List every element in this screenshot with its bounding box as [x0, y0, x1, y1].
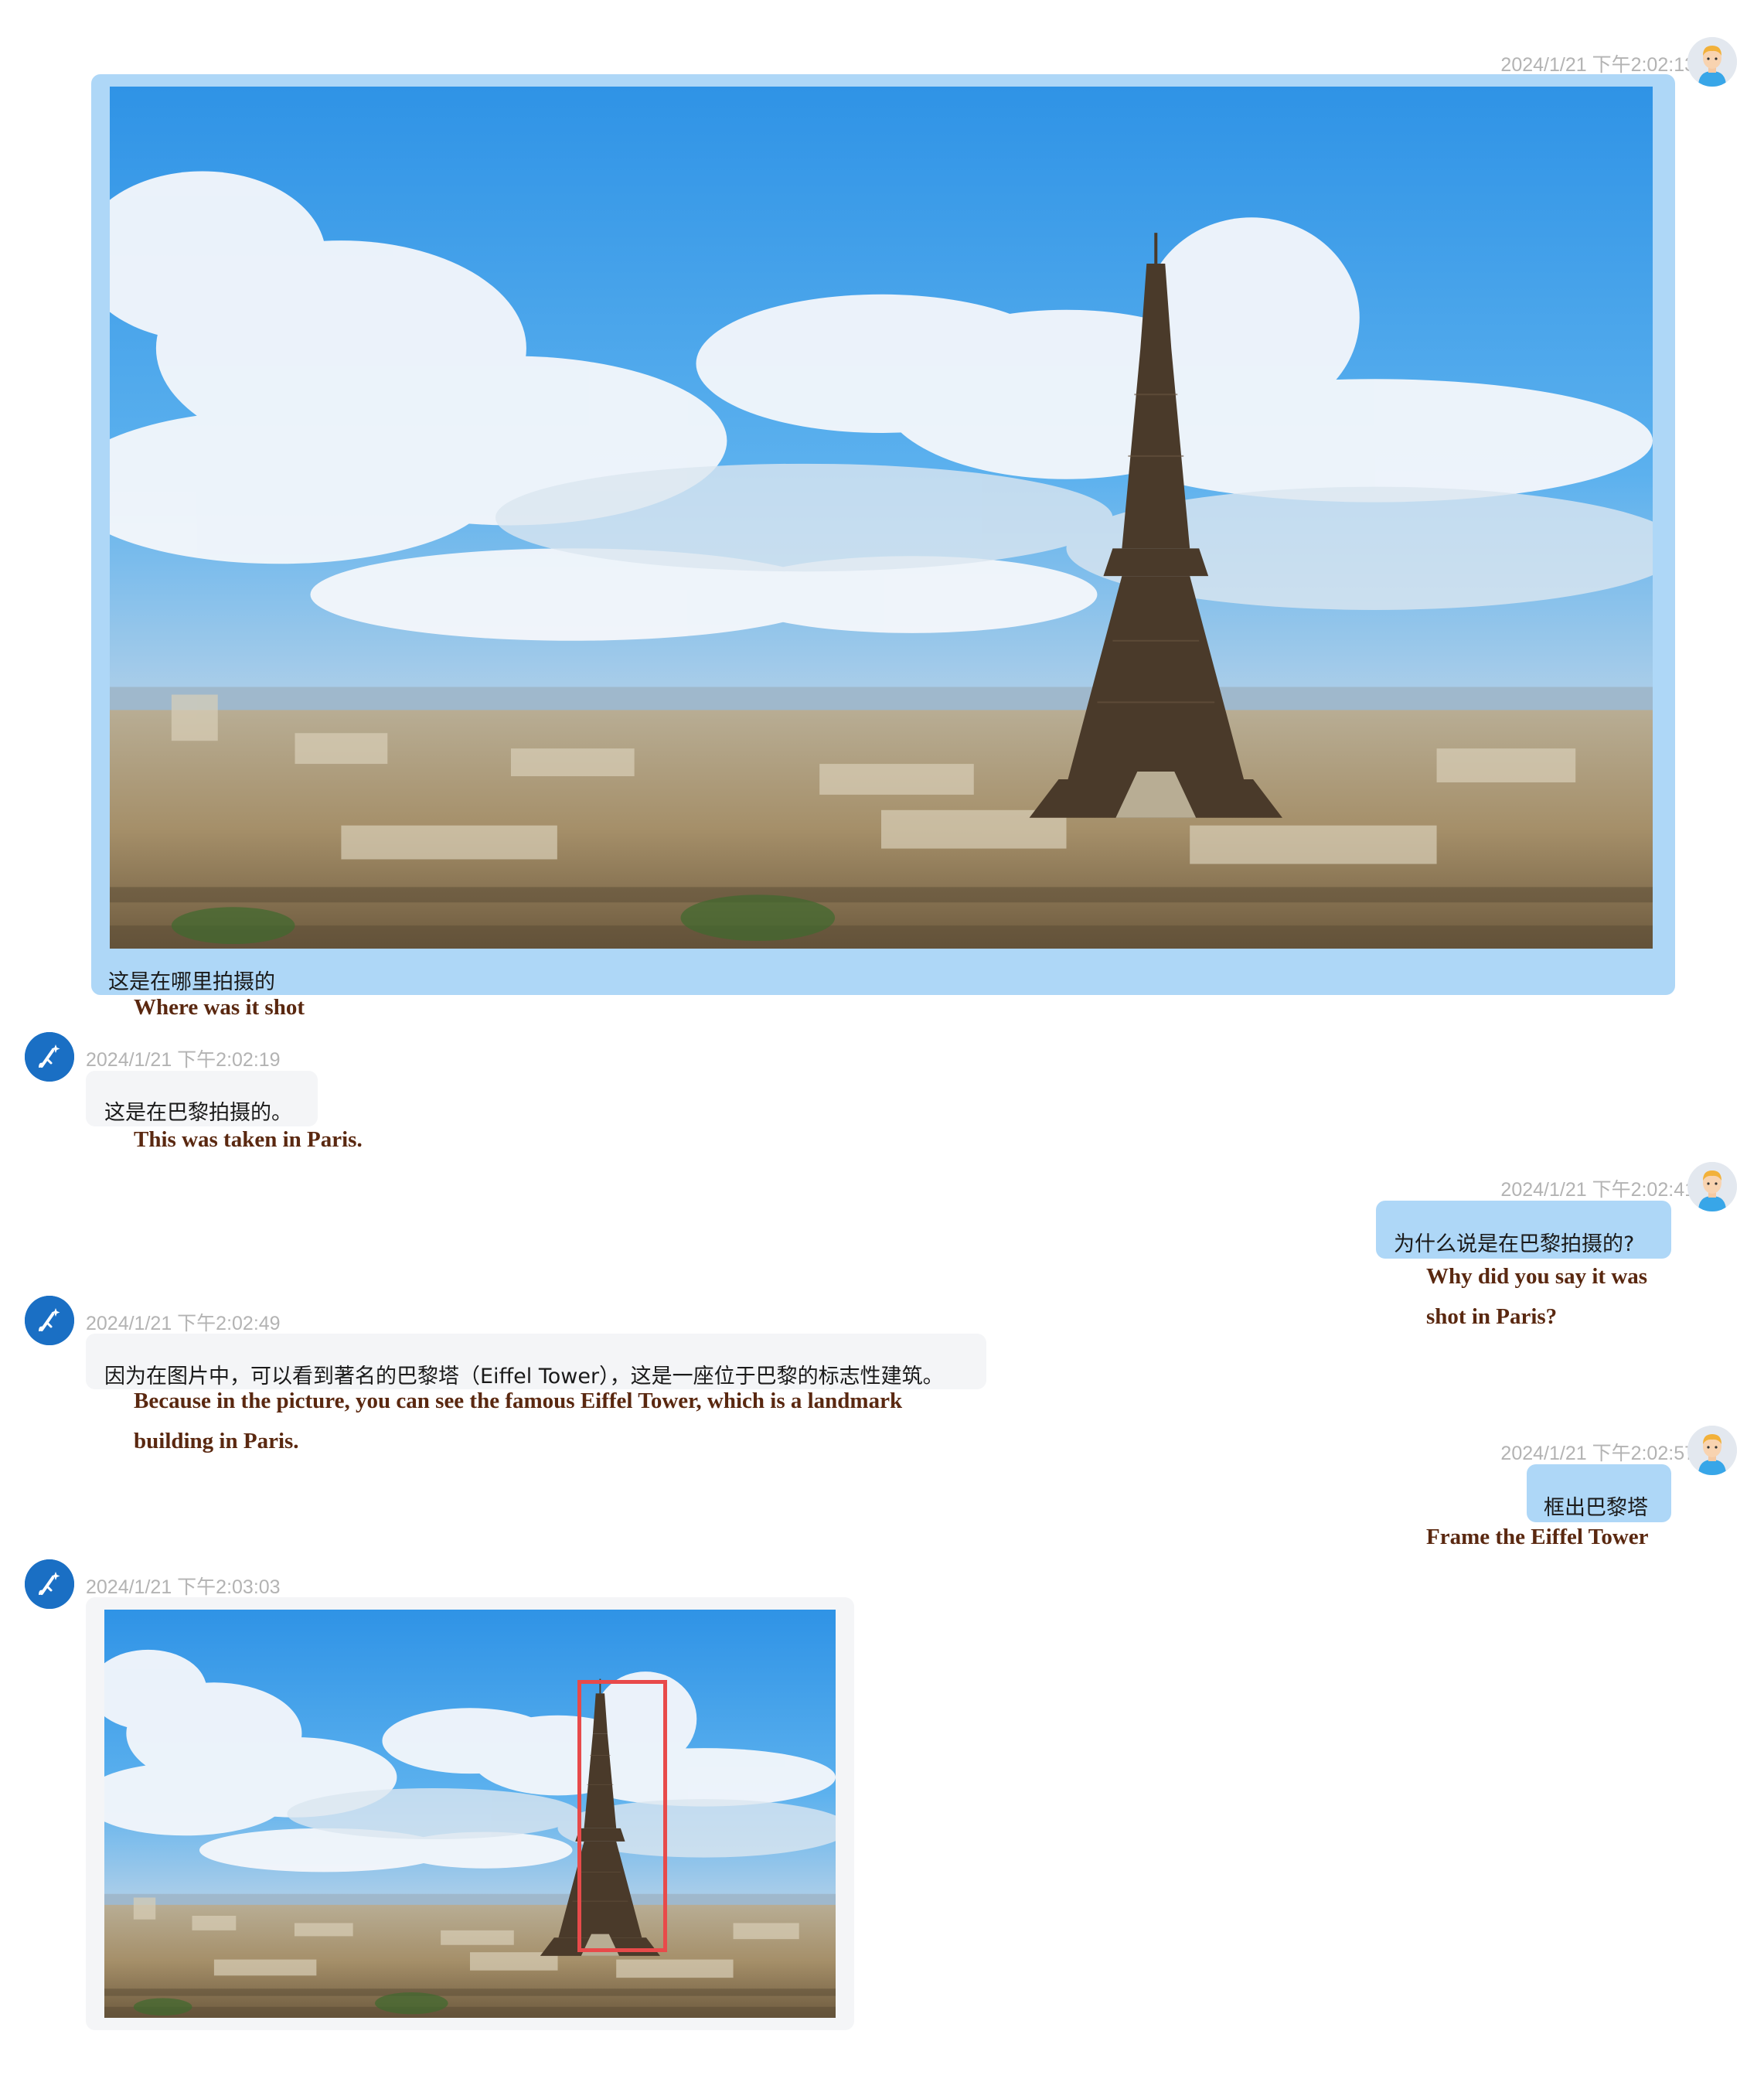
translation-text: building in Paris.: [134, 1429, 299, 1453]
ai-brush-icon[interactable]: [25, 1296, 74, 1345]
translation-text: Because in the picture, you can see the …: [134, 1389, 903, 1413]
ai-brush-icon[interactable]: [25, 1559, 74, 1609]
ai-brush-icon[interactable]: [25, 1032, 74, 1082]
result-image[interactable]: [104, 1610, 836, 2018]
timestamp: 2024/1/21 下午2:02:13: [1500, 54, 1695, 76]
user-avatar-icon[interactable]: [1687, 37, 1737, 87]
message-text: 为什么说是在巴黎拍摄的?: [1394, 1232, 1635, 1256]
user-avatar-icon[interactable]: [1687, 1162, 1737, 1211]
translation-text: Frame the Eiffel Tower: [1426, 1525, 1649, 1549]
user-avatar-icon[interactable]: [1687, 1426, 1737, 1475]
translation-text: Why did you say it was: [1426, 1264, 1648, 1289]
timestamp: 2024/1/21 下午2:02:41: [1500, 1179, 1695, 1201]
eiffel-tower-bounding-box: [577, 1680, 667, 1952]
assistant-message-bubble: [86, 1597, 854, 2030]
timestamp: 2024/1/21 下午2:02:19: [86, 1049, 281, 1071]
uploaded-image[interactable]: [110, 87, 1653, 949]
translation-text: This was taken in Paris.: [134, 1127, 363, 1152]
timestamp: 2024/1/21 下午2:02:57: [1500, 1443, 1695, 1464]
translation-text: shot in Paris?: [1426, 1304, 1558, 1329]
user-message-bubble: [91, 74, 1675, 995]
translation-text: Where was it shot: [134, 995, 305, 1020]
timestamp: 2024/1/21 下午2:03:03: [86, 1576, 281, 1598]
timestamp: 2024/1/21 下午2:02:49: [86, 1313, 281, 1334]
